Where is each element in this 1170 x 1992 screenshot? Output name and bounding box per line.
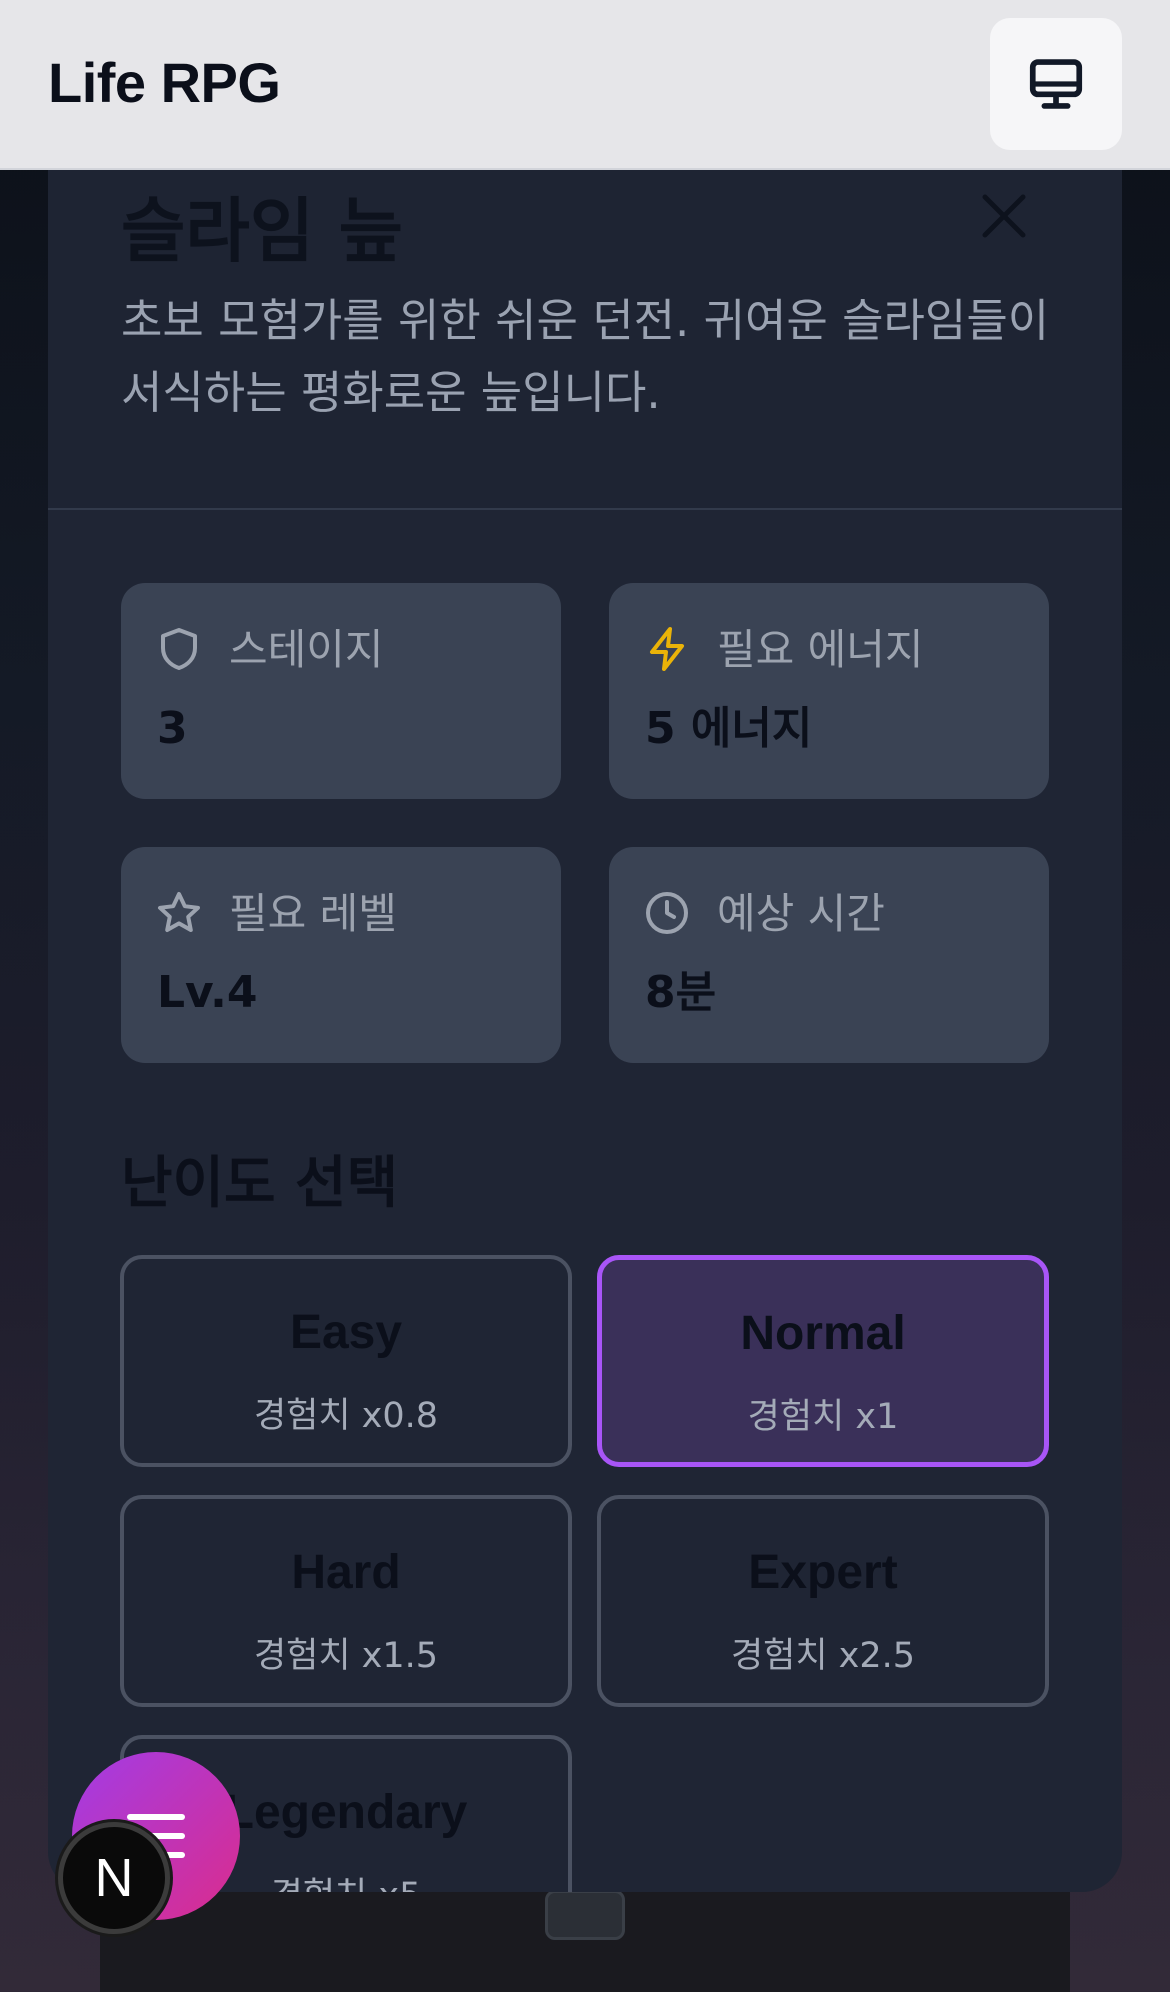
- lightning-icon: [650, 627, 684, 671]
- close-icon: [982, 194, 1026, 238]
- stat-card-energy: 필요 에너지 5 에너지: [609, 583, 1049, 799]
- difficulty-name: Hard: [291, 1546, 401, 1599]
- device-toggle-button[interactable]: [990, 18, 1122, 150]
- difficulty-exp: 경험치 x2.5: [730, 1636, 916, 1676]
- stat-label: 필요 레벨: [229, 889, 397, 938]
- nextjs-dev-badge[interactable]: N: [58, 1822, 170, 1934]
- stat-value: 3: [157, 703, 188, 754]
- difficulty-option-normal[interactable]: Normal 경험치 x1: [597, 1255, 1049, 1467]
- difficulty-option-hard[interactable]: Hard 경험치 x1.5: [120, 1495, 572, 1707]
- difficulty-section-title: 난이도 선택: [121, 1151, 399, 1216]
- difficulty-name: Normal: [740, 1307, 906, 1360]
- difficulty-exp: 경험치 x0.8: [253, 1396, 439, 1436]
- difficulty-name: Easy: [289, 1306, 403, 1359]
- stat-value: 5 에너지: [645, 703, 813, 754]
- close-button[interactable]: [968, 180, 1040, 252]
- difficulty-exp: 경험치 x1: [747, 1397, 899, 1437]
- monitor-icon: [1029, 59, 1083, 109]
- app-header: Life RPG: [0, 0, 1170, 170]
- stat-label: 스테이지: [229, 625, 384, 674]
- background-chip: [545, 1890, 625, 1940]
- badge-letter: N: [94, 1848, 134, 1908]
- difficulty-option-easy[interactable]: Easy 경험치 x0.8: [120, 1255, 572, 1467]
- stat-value: 8분: [645, 967, 717, 1018]
- stat-label: 필요 에너지: [717, 625, 924, 674]
- app-title: Life RPG: [48, 51, 281, 114]
- stat-card-stage: 스테이지 3: [121, 583, 561, 799]
- stat-value: Lv.4: [157, 967, 258, 1018]
- modal-title: 슬라임 늪: [121, 190, 403, 272]
- difficulty-name: Expert: [748, 1546, 898, 1599]
- difficulty-option-expert[interactable]: Expert 경험치 x2.5: [597, 1495, 1049, 1707]
- shield-icon: [161, 628, 197, 670]
- difficulty-exp: 경험치 x1.5: [253, 1636, 439, 1676]
- stat-card-time: 예상 시간 8분: [609, 847, 1049, 1063]
- dungeon-modal: 슬라임 늪 초보 모험가를 위한 쉬운 던전. 귀여운 슬라임들이 서식하는 평…: [48, 100, 1122, 1892]
- clock-icon: [646, 892, 688, 934]
- star-icon: [158, 892, 200, 932]
- stat-label: 예상 시간: [717, 889, 885, 938]
- stat-card-level: 필요 레벨 Lv.4: [121, 847, 561, 1063]
- modal-description: 초보 모험가를 위한 쉬운 던전. 귀여운 슬라임들이 서식하는 평화로운 늪입…: [121, 294, 1050, 419]
